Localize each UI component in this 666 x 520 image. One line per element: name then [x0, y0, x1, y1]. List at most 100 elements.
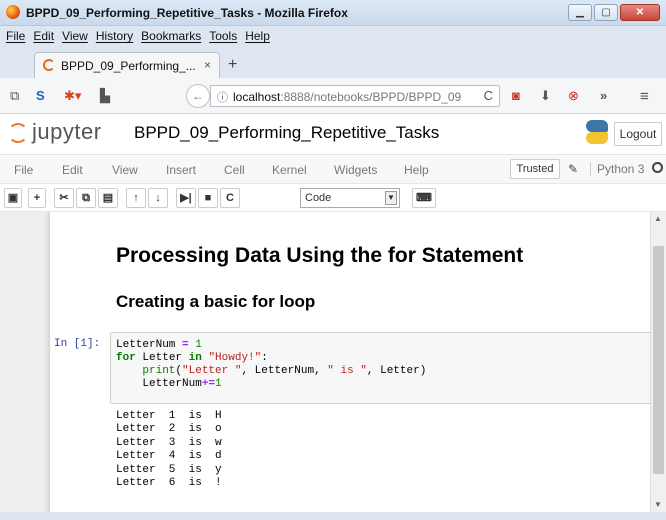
menu-history[interactable]: History [96, 26, 133, 46]
input-prompt: In [1]: [54, 338, 101, 350]
code-cell-input[interactable]: LetterNum = 1 for Letter in "Howdy!": pr… [110, 332, 650, 404]
move-down-icon: ↓ [155, 192, 161, 204]
window-title: BPPD_09_Performing_Repetitive_Tasks - Mo… [26, 6, 348, 20]
maximize-button[interactable]: ▢ [594, 4, 618, 21]
chevron-down-icon: ▼ [385, 191, 397, 205]
jmenu-kernel[interactable]: Kernel [272, 163, 307, 177]
jmenu-widgets[interactable]: Widgets [334, 163, 377, 177]
run-button[interactable]: ▶| [176, 188, 196, 208]
cell-type-value: Code [305, 192, 332, 204]
back-button[interactable]: ← [186, 84, 210, 108]
menu-view[interactable]: View [62, 26, 88, 46]
copy-icon: ⧉ [82, 192, 90, 204]
reload-icon[interactable]: C [484, 88, 493, 103]
paste-button[interactable]: ▤ [98, 188, 118, 208]
pencil-icon[interactable]: ✎ [568, 162, 578, 176]
page-scrollbar[interactable]: ▲ ▼ [650, 212, 666, 512]
jmenu-cell[interactable]: Cell [224, 163, 245, 177]
output-line: Letter 4 is d [116, 450, 222, 463]
jmenu-insert[interactable]: Insert [166, 163, 196, 177]
add-cell-button[interactable]: + [28, 188, 46, 208]
notebook-area: Processing Data Using the for Statement … [0, 212, 650, 512]
move-down-button[interactable]: ↓ [148, 188, 168, 208]
jmenu-view[interactable]: View [112, 163, 138, 177]
kernel-status-icon [652, 162, 663, 173]
trusted-badge[interactable]: Trusted [510, 159, 560, 179]
notebook-title[interactable]: BPPD_09_Performing_Repetitive_Tasks [134, 123, 439, 143]
jupyter-menubar: File Edit View Insert Cell Kernel Widget… [0, 154, 666, 184]
new-tab-button[interactable]: + [228, 56, 237, 74]
output-line: Letter 5 is y [116, 463, 222, 476]
browser-tab[interactable]: BPPD_09_Performing_... × [34, 52, 220, 78]
paste-icon: ▤ [102, 192, 114, 204]
download-icon[interactable]: ⬇ [540, 88, 551, 104]
output-line: Letter 1 is H [116, 410, 222, 422]
firefox-logo-icon [6, 5, 20, 19]
notebook-toolbar: ▣ + ✂ ⧉ ▤ ↑ ↓ ▶| ■ C Code ▼ ⌨ [0, 184, 666, 212]
menu-file[interactable]: File [6, 26, 25, 46]
jmenu-edit[interactable]: Edit [62, 163, 83, 177]
stop-button[interactable]: ■ [198, 188, 218, 208]
window-controls: ▁ ▢ ✕ [568, 4, 660, 21]
output-line: Letter 2 is o [116, 423, 222, 436]
menu-tools[interactable]: Tools [209, 26, 237, 46]
close-window-button[interactable]: ✕ [620, 4, 660, 21]
jmenu-file[interactable]: File [14, 163, 33, 177]
tab-label: BPPD_09_Performing_... [61, 59, 196, 73]
add-cell-icon: + [33, 192, 41, 204]
notebook-page: Processing Data Using the for Statement … [50, 212, 650, 512]
menu-edit[interactable]: Edit [33, 26, 54, 46]
kernel-name: Python 3 [590, 162, 644, 176]
overflow-icon[interactable]: » [600, 88, 607, 103]
addon-icon[interactable]: ✱▾ [64, 88, 81, 104]
save-icon: ▣ [7, 192, 19, 204]
scroll-down-icon[interactable]: ▼ [654, 500, 662, 509]
tab-close-icon[interactable]: × [204, 58, 211, 72]
menu-help[interactable]: Help [245, 26, 270, 46]
restart-icon: C [226, 192, 234, 204]
jupyter-logo-icon [8, 123, 28, 143]
rss-icon[interactable]: ⧉ [10, 88, 19, 104]
python-logo-icon [586, 120, 608, 144]
url-bar[interactable]: ⓘ localhost:8888/notebooks/BPPD/BPPD_09 … [210, 85, 500, 107]
blocker-icon[interactable]: ⊗ [568, 88, 579, 104]
window-bottom-border [0, 512, 666, 520]
jmenu-help[interactable]: Help [404, 163, 429, 177]
url-text: localhost:8888/notebooks/BPPD/BPPD_09 [233, 90, 462, 104]
cut-button[interactable]: ✂ [54, 188, 74, 208]
restart-button[interactable]: C [220, 188, 240, 208]
code-cell-output: Letter 1 is H Letter 2 is o Letter 3 is wL… [116, 410, 222, 490]
loading-icon [43, 59, 55, 71]
navigation-bar: ⧉ S ✱▾ ▙ ← ⓘ localhost:8888/notebooks/BP… [0, 78, 666, 114]
sync-icon[interactable]: S [36, 88, 45, 103]
move-up-icon: ↑ [133, 192, 139, 204]
command-palette-button[interactable]: ⌨ [412, 188, 436, 208]
tab-strip: BPPD_09_Performing_... × + [0, 46, 666, 78]
command-palette-icon: ⌨ [416, 192, 432, 204]
move-up-button[interactable]: ↑ [126, 188, 146, 208]
jupyter-logo-text[interactable]: jupyter [32, 119, 102, 145]
back-icon: ← [192, 89, 204, 103]
markdown-heading-1: Processing Data Using the for Statement [116, 244, 524, 267]
run-icon: ▶| [180, 192, 192, 204]
markdown-heading-2: Creating a basic for loop [116, 292, 316, 311]
pocket-icon[interactable]: ◙ [512, 88, 520, 103]
cut-icon: ✂ [59, 192, 69, 204]
menu-bookmarks[interactable]: Bookmarks [141, 26, 201, 46]
scrollbar-thumb[interactable] [653, 246, 664, 474]
hamburger-icon[interactable]: ≡ [640, 88, 649, 105]
cell-type-select[interactable]: Code ▼ [300, 188, 400, 208]
output-line: Letter 6 is ! [116, 477, 222, 490]
logout-button[interactable]: Logout [614, 122, 662, 146]
save-button[interactable]: ▣ [4, 188, 22, 208]
jupyter-header: jupyter BPPD_09_Performing_Repetitive_Ta… [0, 114, 666, 154]
browser-menubar: File Edit View History Bookmarks Tools H… [0, 26, 666, 46]
copy-button[interactable]: ⧉ [76, 188, 96, 208]
info-icon[interactable]: ⓘ [217, 89, 228, 105]
scroll-up-icon[interactable]: ▲ [654, 214, 662, 223]
output-line: Letter 3 is w [116, 436, 222, 449]
library-icon[interactable]: ▙ [100, 88, 110, 104]
stop-icon: ■ [204, 192, 212, 204]
window-titlebar: BPPD_09_Performing_Repetitive_Tasks - Mo… [0, 0, 666, 26]
minimize-button[interactable]: ▁ [568, 4, 592, 21]
